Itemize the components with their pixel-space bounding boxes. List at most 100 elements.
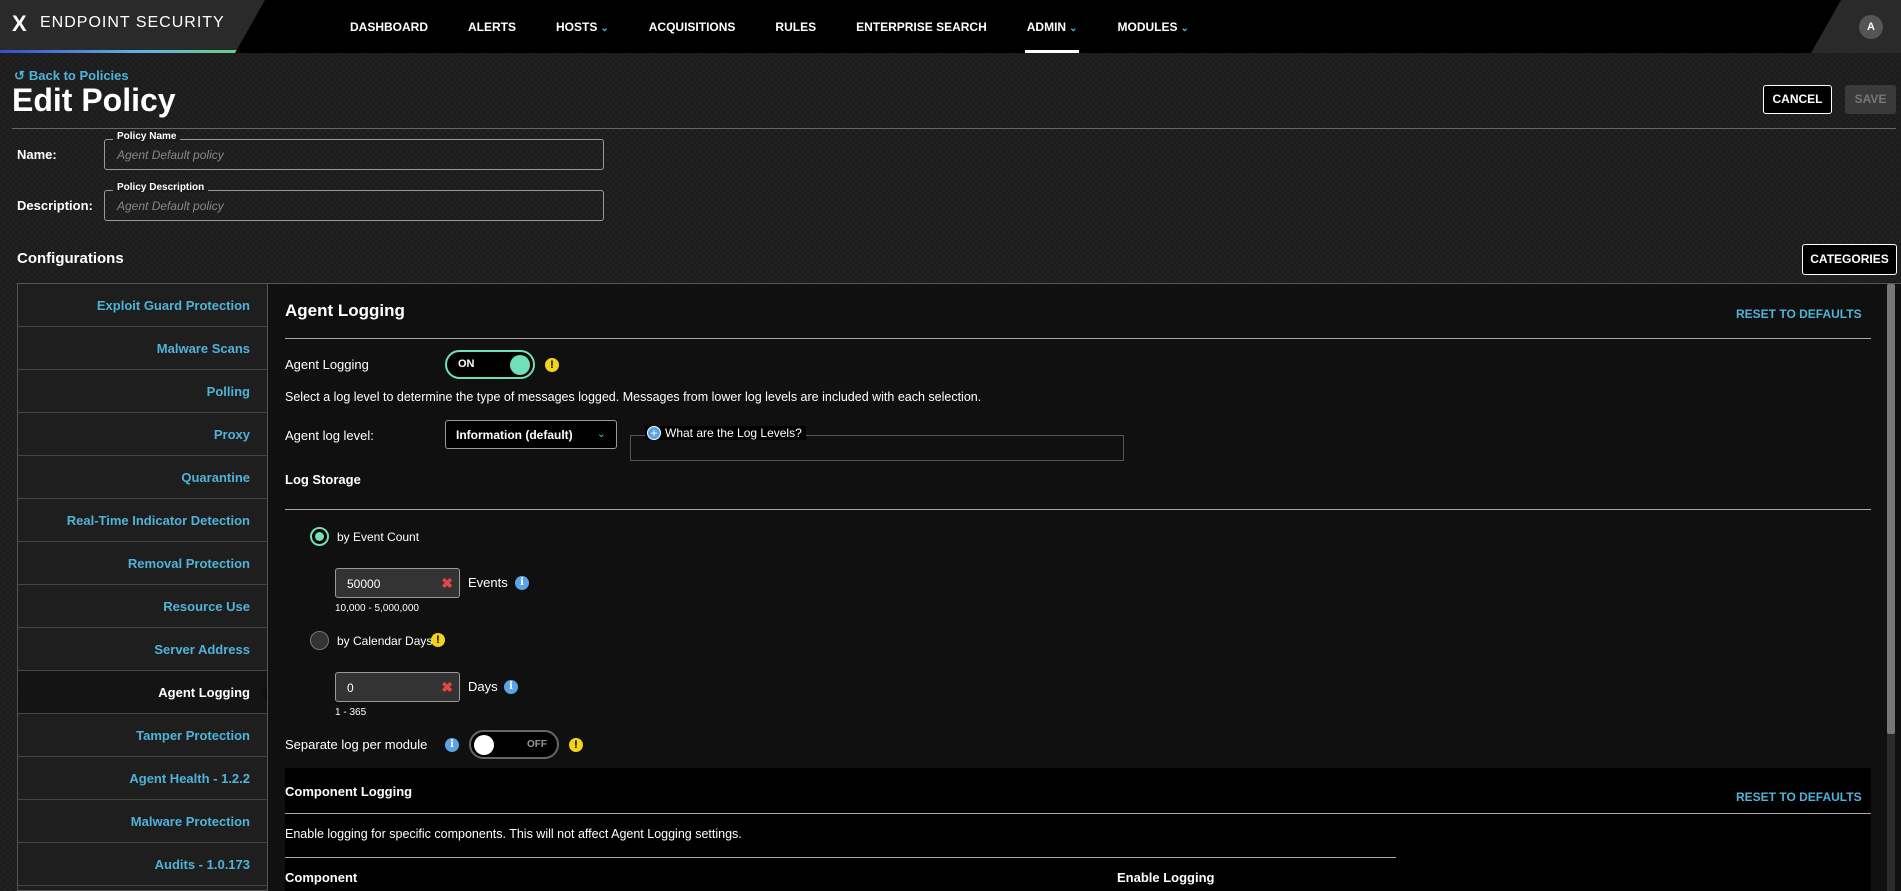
clear-icon[interactable]: ✖ [441, 679, 453, 696]
logo-icon: X [12, 11, 27, 36]
component-reset-to-defaults-link[interactable]: RESET TO DEFAULTS [1736, 790, 1862, 804]
sidebar-item-audits[interactable]: Audits - 1.0.173 [18, 843, 267, 886]
log-level-select[interactable]: Information (default) ⌄ [445, 420, 617, 449]
policy-description-placeholder: Agent Default policy [117, 199, 224, 213]
toggle-state-label: ON [458, 358, 475, 370]
main-nav: DASHBOARD ALERTS HOSTS ⌄ ACQUISITIONS RUL… [330, 0, 1209, 53]
info-icon[interactable]: i [515, 576, 529, 590]
sidebar-item-exploit-guard[interactable]: Exploit Guard Protection [18, 284, 267, 327]
brand-gradient-bar [0, 50, 265, 53]
warning-icon[interactable]: ! [569, 738, 583, 752]
save-button[interactable]: SAVE [1845, 85, 1896, 114]
separate-log-toggle[interactable]: OFF [469, 730, 559, 759]
divider [285, 857, 1396, 858]
back-link-label: Back to Policies [28, 68, 129, 83]
clear-icon[interactable]: ✖ [441, 575, 453, 592]
reset-to-defaults-link[interactable]: RESET TO DEFAULTS [1736, 307, 1862, 321]
sidebar-item-resource-use[interactable]: Resource Use [18, 585, 267, 628]
by-calendar-days-label: by Calendar Days [337, 634, 433, 648]
sidebar-item-agent-health[interactable]: Agent Health - 1.2.2 [18, 757, 267, 800]
divider [285, 338, 1871, 339]
policy-name-legend: Policy Name [113, 131, 181, 142]
sidebar-item-malware-scans[interactable]: Malware Scans [18, 327, 267, 370]
column-header-enable-logging: Enable Logging [1117, 870, 1215, 885]
sidebar-item-agent-logging[interactable]: Agent Logging [18, 671, 267, 714]
section-title: Agent Logging [285, 301, 405, 320]
sidebar-item-malware-protection[interactable]: Malware Protection [18, 800, 267, 843]
policy-description-input[interactable]: Policy Description Agent Default policy [104, 182, 604, 221]
divider [12, 128, 1896, 129]
description-label: Description: [17, 198, 93, 213]
policy-name-placeholder: Agent Default policy [117, 148, 224, 162]
toggle-knob [474, 735, 494, 755]
topbar-right-area [1811, 0, 1901, 53]
sidebar-item-proxy[interactable]: Proxy [18, 413, 267, 456]
column-header-component: Component [285, 870, 358, 885]
toggle-state-label: OFF [527, 739, 547, 750]
nav-dashboard[interactable]: DASHBOARD [330, 0, 448, 53]
calendar-days-input[interactable]: 0 ✖ [335, 672, 460, 702]
sidebar-item-quarantine[interactable]: Quarantine [18, 456, 267, 499]
nav-label: ACQUISITIONS [648, 20, 736, 34]
nav-label: MODULES [1117, 20, 1178, 34]
by-event-count-radio[interactable] [310, 527, 329, 546]
nav-label: ADMIN [1026, 20, 1067, 34]
nav-acquisitions[interactable]: ACQUISITIONS [629, 0, 756, 53]
component-logging-description: Enable logging for specific components. … [285, 827, 742, 841]
warning-icon[interactable]: ! [545, 358, 559, 372]
scrollbar[interactable] [1887, 284, 1895, 891]
chevron-down-icon: ⌄ [1180, 23, 1189, 34]
divider [285, 813, 1871, 814]
calendar-days-range: 1 - 365 [335, 707, 367, 718]
policy-description-legend: Policy Description [113, 182, 209, 193]
cancel-button[interactable]: CANCEL [1763, 85, 1832, 114]
nav-enterprise-search[interactable]: ENTERPRISE SEARCH [836, 0, 1007, 53]
agent-logging-label: Agent Logging [285, 357, 369, 372]
chevron-down-icon: ⌄ [600, 23, 609, 34]
name-label: Name: [17, 147, 57, 162]
policy-name-input[interactable]: Policy Name Agent Default policy [104, 131, 604, 170]
nav-label: ALERTS [468, 20, 516, 34]
nav-label: ENTERPRISE SEARCH [856, 20, 987, 34]
nav-label: DASHBOARD [350, 20, 428, 34]
top-nav-bar: X ENDPOINT SECURITY DASHBOARD ALERTS HOS… [0, 0, 1901, 53]
warning-icon[interactable]: ! [431, 633, 445, 647]
sidebar-item-polling[interactable]: Polling [18, 370, 267, 413]
info-icon[interactable]: i [445, 738, 459, 752]
scrollbar-thumb[interactable] [1887, 284, 1895, 734]
sidebar-item-real-time-indicator[interactable]: Real-Time Indicator Detection [18, 499, 267, 542]
component-logging-section: Component Logging RESET TO DEFAULTS Enab… [285, 768, 1871, 891]
nav-modules[interactable]: MODULES ⌄ [1097, 0, 1208, 53]
nav-rules[interactable]: RULES [755, 0, 836, 53]
info-icon[interactable]: i [504, 680, 518, 694]
divider [285, 509, 1871, 510]
chevron-down-icon: ⌄ [596, 428, 606, 440]
log-storage-title: Log Storage [285, 472, 361, 487]
event-count-input[interactable]: 50000 ✖ [335, 568, 460, 598]
sidebar-item-server-address[interactable]: Server Address [18, 628, 267, 671]
avatar[interactable]: A [1859, 15, 1883, 39]
component-logging-title: Component Logging [285, 784, 413, 799]
events-unit-label: Events [468, 575, 508, 590]
calendar-days-value: 0 [347, 681, 354, 695]
nav-hosts[interactable]: HOSTS ⌄ [536, 0, 629, 53]
by-calendar-days-radio[interactable] [310, 631, 329, 650]
chevron-down-icon: ⌄ [1069, 23, 1078, 34]
event-count-value: 50000 [347, 577, 381, 591]
log-levels-help-link[interactable]: + What are the Log Levels? [645, 426, 806, 440]
sidebar-item-removal-protection[interactable]: Removal Protection [18, 542, 267, 585]
help-link-label: What are the Log Levels? [665, 426, 802, 440]
config-detail-panel: Agent Logging RESET TO DEFAULTS Agent Lo… [268, 283, 1901, 891]
nav-alerts[interactable]: ALERTS [448, 0, 536, 53]
nav-label: HOSTS [556, 20, 598, 34]
page-title: Edit Policy [12, 82, 176, 118]
toggle-knob [510, 355, 530, 375]
agent-logging-toggle[interactable]: ON [445, 350, 535, 379]
categories-button[interactable]: CATEGORIES [1802, 244, 1897, 275]
sidebar-item-tamper-protection[interactable]: Tamper Protection [18, 714, 267, 757]
app-name: ENDPOINT SECURITY [40, 14, 225, 31]
nav-admin[interactable]: ADMIN ⌄ [1007, 0, 1098, 53]
days-unit-label: Days [468, 679, 498, 694]
brand-area[interactable]: X ENDPOINT SECURITY [0, 0, 265, 53]
plus-circle-icon: + [647, 426, 661, 440]
